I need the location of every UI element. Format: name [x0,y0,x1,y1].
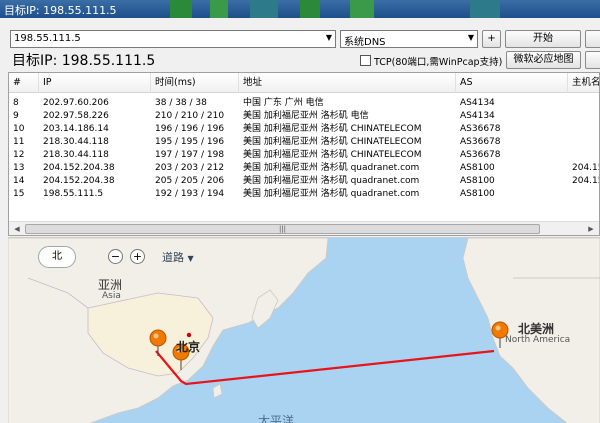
zoom-in-button[interactable]: + [130,249,145,264]
table-row[interactable]: 14 204.152.204.38 205 / 205 / 206 美国 加利福尼亚州… [9,175,599,188]
map-label-beijing: 北京 [176,340,201,354]
column-header-ip[interactable]: IP [39,73,151,93]
table-cell: 10 [13,124,25,134]
table-row[interactable]: 11 218.30.44.118 195 / 195 / 196 美国 加利福尼亚州 … [9,136,599,149]
map-label-pacific: 太平洋 [258,414,295,423]
map-label-asia-en: Asia [102,291,121,301]
start-button[interactable]: 开始 [505,30,581,48]
table-cell: 196 / 196 / 196 [155,124,225,134]
window-title: 目标IP: 198.55.111.5 [4,4,117,17]
horizontal-scrollbar[interactable]: ◀ ||| ▶ [9,221,599,235]
dns-select-value: 系统DNS [344,37,386,48]
map-label-north-america-en: North America [505,335,571,345]
table-cell: 9 [13,111,19,121]
beijing-marker [186,332,192,338]
map-type-label: 道路 [162,251,184,264]
scroll-right-icon[interactable]: ▶ [585,224,597,234]
table-cell: 218.30.44.118 [43,137,109,147]
table-cell: 15 [13,189,25,199]
column-header-address[interactable]: 地址 [239,73,456,93]
table-cell: 美国 加利福尼亚州 洛杉矶 quadranet.com [243,176,420,186]
extra-button[interactable] [585,51,600,69]
title-decoration [210,0,228,18]
table-cell: AS36678 [460,150,501,160]
map-switch-button[interactable]: 微软必应地图 [506,51,581,69]
table-cell: 204.152.204.38 [43,176,115,186]
extra-button[interactable] [585,30,600,48]
table-cell: 204.15 [572,176,599,186]
table-cell: 中国 广东 广州 电信 [243,98,324,108]
table-row[interactable]: 9 202.97.58.226 210 / 210 / 210 美国 加利福尼亚州 洛… [9,110,599,123]
target-ip-label: 目标IP: 198.55.111.5 [12,53,156,69]
chevron-down-icon: ▼ [187,254,194,263]
title-decoration [250,0,278,18]
title-bar: 目标IP: 198.55.111.5 [0,0,600,18]
table-cell: 198.55.111.5 [43,189,104,199]
table-row[interactable]: 15 198.55.111.5 192 / 193 / 194 美国 加利福尼亚州 洛… [9,188,599,201]
table-cell: AS8100 [460,163,495,173]
table-row[interactable]: 8 202.97.60.206 38 / 38 / 38 中国 广东 广州 电信 AS4… [9,97,599,110]
table-cell: 美国 加利福尼亚州 洛杉矶 quadranet.com [243,163,420,173]
target-input-value: 198.55.111.5 [14,33,81,44]
compass-label: 北 [52,251,62,262]
table-cell: 204.15 [572,163,599,173]
column-header-time[interactable]: 时间(ms) [151,73,239,93]
table-cell: 美国 加利福尼亚州 洛杉矶 电信 [243,111,369,121]
table-cell: 192 / 193 / 194 [155,189,225,199]
table-row[interactable]: 10 203.14.186.14 196 / 196 / 196 美国 加利福尼亚州 … [9,123,599,136]
table-cell: 195 / 195 / 196 [155,137,225,147]
table-cell: 12 [13,150,25,160]
table-cell: AS4134 [460,111,495,121]
zoom-out-button[interactable]: − [108,249,123,264]
map-canvas [8,238,600,423]
dns-select[interactable]: 系统DNS ▼ [340,30,478,48]
tcp-option-label[interactable]: TCP(80端口,需WinPcap支持) [374,54,502,68]
table-cell: 203 / 203 / 212 [155,163,225,173]
table-cell: 218.30.44.118 [43,150,109,160]
add-dns-button[interactable]: + [482,30,501,48]
table-cell: 美国 加利福尼亚州 洛杉矶 CHINATELECOM [243,150,422,160]
table-cell: AS36678 [460,137,501,147]
table-cell: AS4134 [460,98,495,108]
table-cell: 11 [13,137,25,147]
table-cell: 205 / 205 / 206 [155,176,225,186]
compass-control[interactable]: 北 [38,246,76,268]
table-cell: 203.14.186.14 [43,124,109,134]
scrollbar-thumb[interactable]: ||| [25,224,540,234]
table-row[interactable]: 12 218.30.44.118 197 / 197 / 198 美国 加利福尼亚州 … [9,149,599,162]
table-cell: AS8100 [460,189,495,199]
table-cell: 204.152.204.38 [43,163,115,173]
toolbar: 198.55.111.5 ▼ 系统DNS ▼ + 开始 目标IP: 198.55… [0,18,600,72]
title-decoration [170,0,192,18]
table-cell: AS36678 [460,124,501,134]
map-type-select[interactable]: 道路 ▼ [162,249,194,265]
table-cell: 8 [13,98,19,108]
title-decoration [300,0,320,18]
table-cell: 美国 加利福尼亚州 洛杉矶 quadranet.com [243,189,420,199]
column-header-hostname[interactable]: 主机名 [568,73,599,93]
route-map[interactable]: 北 − + 道路 ▼ 亚洲 Asia 北京 北美洲 North America … [8,237,600,423]
column-header-as[interactable]: AS [456,73,568,93]
table-cell: 197 / 197 / 198 [155,150,225,160]
table-cell: 202.97.58.226 [43,111,109,121]
table-cell: 14 [13,176,25,186]
table-cell: 美国 加利福尼亚州 洛杉矶 CHINATELECOM [243,124,422,134]
trace-table: # IP 时间(ms) 地址 AS 主机名 8 202.97.60.206 38 /… [8,72,600,236]
table-cell: 美国 加利福尼亚州 洛杉矶 CHINATELECOM [243,137,422,147]
target-input[interactable]: 198.55.111.5 ▼ [10,30,336,48]
chevron-down-icon[interactable]: ▼ [326,33,332,42]
chevron-down-icon[interactable]: ▼ [468,33,474,42]
table-cell: AS8100 [460,176,495,186]
table-cell: 210 / 210 / 210 [155,111,225,121]
table-header: # IP 时间(ms) 地址 AS 主机名 [9,73,599,93]
title-decoration [470,0,500,18]
title-decoration [350,0,374,18]
table-cell: 38 / 38 / 38 [155,98,207,108]
tcp-checkbox[interactable] [360,55,371,66]
scroll-left-icon[interactable]: ◀ [11,224,23,234]
column-header-hop[interactable]: # [9,73,39,93]
table-row[interactable]: 13 204.152.204.38 203 / 203 / 212 美国 加利福尼亚州… [9,162,599,175]
table-cell: 13 [13,163,25,173]
table-cell: 202.97.60.206 [43,98,109,108]
